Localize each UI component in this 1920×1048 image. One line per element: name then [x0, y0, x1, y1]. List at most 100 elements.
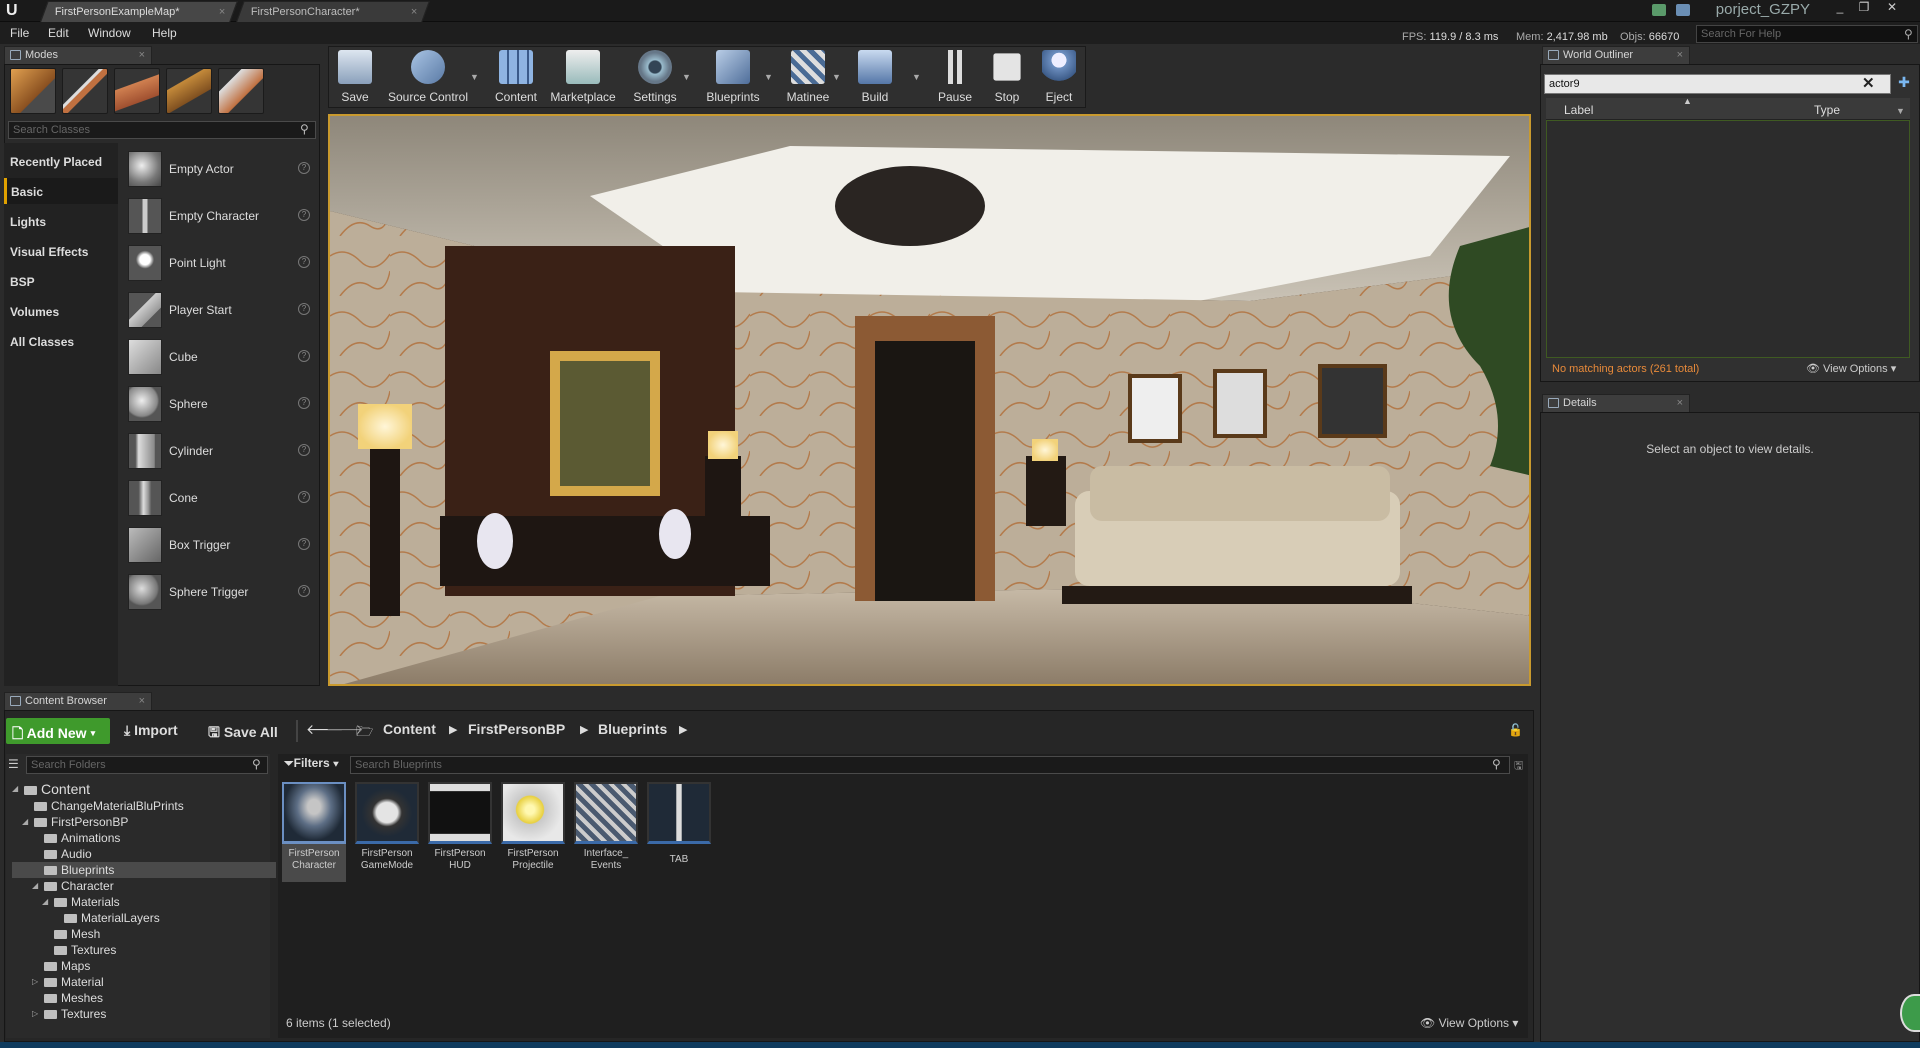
open-folder-icon[interactable]: 🗁: [356, 721, 373, 745]
tab-map[interactable]: FirstPersonExampleMap* ×: [40, 1, 238, 22]
blueprints-button[interactable]: Blueprints: [700, 48, 766, 106]
outliner-col-type[interactable]: Type: [1814, 103, 1840, 117]
outliner-view-options[interactable]: 👁 View Options ▾: [1806, 362, 1896, 375]
breadcrumb-blueprints[interactable]: Blueprints: [598, 721, 667, 737]
paint-mode-icon[interactable]: [62, 68, 108, 114]
help-icon[interactable]: ?: [298, 397, 310, 409]
restore-icon[interactable]: ❐: [1852, 0, 1876, 16]
asset-firstperson-character[interactable]: FirstPerson Character: [282, 782, 346, 882]
help-icon[interactable]: ?: [298, 209, 310, 221]
folder-tree-item[interactable]: ChangeMaterialBluPrints: [12, 798, 276, 814]
foliage-mode-icon[interactable]: [166, 68, 212, 114]
source-control-status-icon[interactable]: [1676, 4, 1690, 16]
help-icon[interactable]: ?: [298, 491, 310, 503]
content-browser-tab[interactable]: Content Browser ×: [4, 692, 152, 710]
asset-tab[interactable]: TAB: [647, 782, 711, 882]
category-all-classes[interactable]: All Classes: [4, 328, 118, 354]
folder-tree-item[interactable]: ◢ Content: [12, 780, 276, 798]
breadcrumb-separator-icon[interactable]: ▶: [679, 723, 687, 736]
search-assets-input[interactable]: Search Blueprints: [350, 756, 1510, 774]
eject-button[interactable]: Eject: [1038, 48, 1080, 106]
pause-button[interactable]: Pause: [934, 48, 976, 106]
help-icon[interactable]: ?: [298, 585, 310, 597]
settings-dropdown-icon[interactable]: ▼: [682, 72, 691, 82]
expand-arrow-icon[interactable]: ◢: [12, 780, 18, 798]
modes-tab[interactable]: Modes ×: [4, 46, 152, 64]
landscape-mode-icon[interactable]: [114, 68, 160, 114]
menu-help[interactable]: Help: [152, 26, 177, 40]
menu-edit[interactable]: Edit: [48, 26, 69, 40]
settings-button[interactable]: Settings: [626, 48, 684, 106]
breadcrumb-firstpersonbp[interactable]: FirstPersonBP: [468, 721, 565, 737]
blueprints-dropdown-icon[interactable]: ▼: [764, 72, 773, 82]
asset-view-options[interactable]: 👁 View Options ▾: [1420, 1016, 1518, 1030]
close-icon[interactable]: ×: [410, 2, 416, 22]
source-control-dropdown-icon[interactable]: ▼: [470, 72, 479, 82]
marketplace-button[interactable]: Marketplace: [548, 48, 618, 106]
matinee-dropdown-icon[interactable]: ▼: [832, 72, 841, 82]
menu-window[interactable]: Window: [88, 26, 131, 40]
place-item-sphere-trigger[interactable]: Sphere Trigger?: [124, 569, 316, 616]
folder-tree-item[interactable]: ◢ Materials: [12, 894, 276, 910]
world-outliner-tab[interactable]: World Outliner ×: [1542, 46, 1690, 64]
close-icon[interactable]: ×: [218, 2, 224, 22]
geometry-mode-icon[interactable]: [218, 68, 264, 114]
place-item-point-light[interactable]: Point Light?: [124, 240, 316, 287]
help-icon[interactable]: ?: [298, 350, 310, 362]
close-window-icon[interactable]: ✕: [1880, 0, 1904, 16]
chat-icon[interactable]: [1652, 4, 1666, 16]
category-volumes[interactable]: Volumes: [4, 298, 118, 324]
folder-tree-item[interactable]: Mesh: [12, 926, 276, 942]
expand-arrow-icon[interactable]: ◢: [42, 894, 48, 910]
category-bsp[interactable]: BSP: [4, 268, 118, 294]
content-button[interactable]: Content: [490, 48, 542, 106]
level-viewport[interactable]: [328, 114, 1531, 686]
minimize-icon[interactable]: _: [1828, 0, 1852, 16]
search-classes-input[interactable]: Search Classes: [8, 121, 316, 139]
outliner-search-input[interactable]: actor9: [1544, 74, 1891, 94]
breadcrumb-separator-icon[interactable]: ▶: [580, 723, 588, 736]
place-item-player-start[interactable]: Player Start?: [124, 287, 316, 334]
folder-tree-item[interactable]: ◢ FirstPersonBP: [12, 814, 276, 830]
stop-button[interactable]: Stop: [986, 48, 1028, 106]
folder-tree-item[interactable]: Maps: [12, 958, 276, 974]
build-dropdown-icon[interactable]: ▼: [912, 72, 921, 82]
folder-tree-item[interactable]: Meshes: [12, 990, 276, 1006]
category-lights[interactable]: Lights: [4, 208, 118, 234]
place-item-cube[interactable]: Cube?: [124, 334, 316, 381]
place-item-empty-character[interactable]: Empty Character?: [124, 193, 316, 240]
expand-arrow-icon[interactable]: ▷: [32, 974, 38, 990]
place-item-cylinder[interactable]: Cylinder?: [124, 428, 316, 475]
asset-firstperson-projectile[interactable]: FirstPerson Projectile: [501, 782, 565, 882]
add-new-button[interactable]: 🗋 Add New ▾: [6, 718, 110, 744]
help-icon[interactable]: ?: [298, 162, 310, 174]
clear-search-icon[interactable]: ✕: [1862, 74, 1875, 92]
asset-firstperson-hud[interactable]: FirstPerson HUD: [428, 782, 492, 882]
folder-tree-item[interactable]: Audio: [12, 846, 276, 862]
outliner-col-label[interactable]: Label: [1564, 103, 1593, 117]
close-icon[interactable]: ×: [1677, 47, 1683, 64]
help-icon[interactable]: ?: [298, 256, 310, 268]
breadcrumb-separator-icon[interactable]: ▶: [449, 723, 457, 736]
place-mode-icon[interactable]: [10, 68, 56, 114]
help-icon[interactable]: ?: [298, 303, 310, 315]
search-folders-input[interactable]: Search Folders: [26, 756, 268, 774]
folder-tree-item[interactable]: MaterialLayers: [12, 910, 276, 926]
category-basic[interactable]: Basic: [4, 178, 118, 204]
folder-tree-item[interactable]: ▷ Textures: [12, 1006, 276, 1022]
category-visual-effects[interactable]: Visual Effects: [4, 238, 118, 264]
add-filter-icon[interactable]: ✚: [1894, 74, 1914, 94]
place-item-sphere[interactable]: Sphere?: [124, 381, 316, 428]
expand-arrow-icon[interactable]: ▷: [32, 1006, 38, 1022]
filters-button[interactable]: ⏷Filters ▾: [284, 756, 339, 771]
expand-arrow-icon[interactable]: ◢: [22, 814, 28, 830]
build-button[interactable]: Build: [852, 48, 898, 106]
save-all-button[interactable]: 🖫 Save All: [208, 722, 278, 746]
category-recently-placed[interactable]: Recently Placed: [4, 148, 118, 174]
source-control-button[interactable]: Source Control: [384, 48, 472, 106]
folder-tree-item[interactable]: Animations: [12, 830, 276, 846]
notification-badge-icon[interactable]: [1900, 994, 1920, 1032]
asset-firstperson-gamemode[interactable]: FirstPerson GameMode: [355, 782, 419, 882]
tab-character[interactable]: FirstPersonCharacter* ×: [236, 1, 430, 22]
folder-tree-item[interactable]: ◢ Character: [12, 878, 276, 894]
